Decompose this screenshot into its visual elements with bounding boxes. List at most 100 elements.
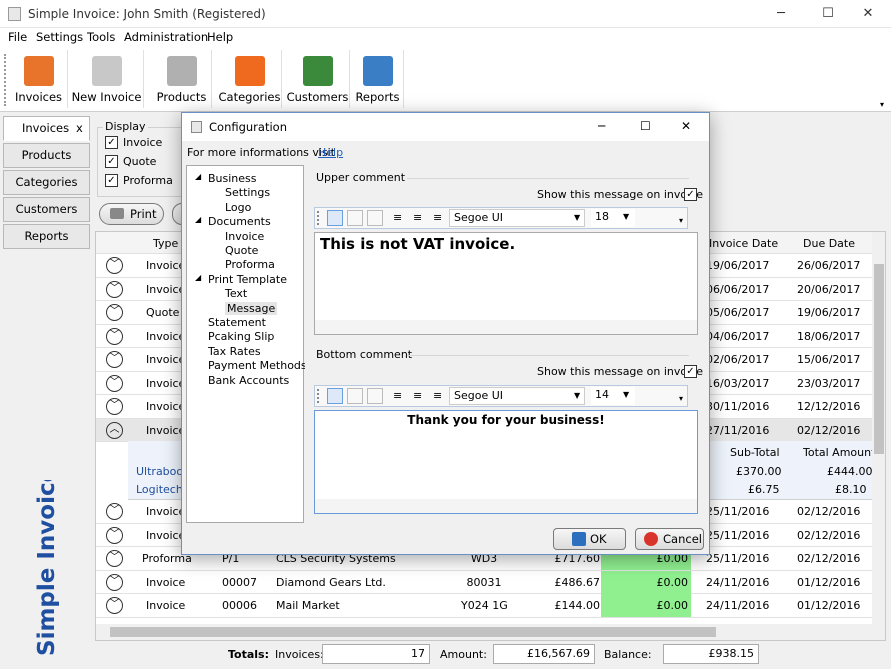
italic-format-icon[interactable] [347,388,363,404]
tree-item[interactable]: Quote [225,244,258,257]
tree-item[interactable]: Documents [208,215,271,228]
cell-invoice-no: 00007 [222,575,257,589]
bold-format-icon[interactable] [327,388,343,404]
tree-item[interactable]: Message [225,301,278,315]
underline-format-icon[interactable] [367,388,383,404]
upper-editor-scrollbar[interactable] [315,320,697,334]
horizontal-scrollbar[interactable] [96,624,872,640]
italic-format-icon[interactable] [347,210,363,226]
tree-item[interactable]: Payment Methods [208,359,307,372]
expand-row-icon[interactable]: ﹀ [106,526,123,544]
tree-expander-icon[interactable]: ◢ [195,215,201,224]
toolbar-reports-button[interactable]: Reports [352,50,404,108]
expand-row-icon[interactable]: ﹀ [106,374,123,392]
dialog-maximize-button[interactable]: ☐ [640,119,651,133]
expand-row-icon[interactable]: ﹀ [106,327,123,345]
cell-due-date: 23/03/2017 [797,376,861,390]
align-left-icon[interactable]: ≡ [393,389,402,402]
tree-item[interactable]: Print Template [208,273,287,286]
align-left-icon[interactable]: ≡ [393,211,402,224]
tree-item[interactable]: Invoice [225,230,264,243]
expand-row-icon[interactable]: ﹀ [106,503,123,520]
cell-invoice-date: 04/06/2017 [706,329,770,343]
minimize-button[interactable]: ─ [758,0,804,28]
upper-comment-editor[interactable]: This is not VAT invoice. [314,232,698,335]
tree-item[interactable]: Proforma [225,258,275,271]
toolbar-invoices-label: Invoices [14,90,63,104]
vertical-scroll-thumb[interactable] [874,264,884,454]
help-link[interactable]: Help [318,146,343,159]
cell-due-date: 12/12/2016 [797,400,861,413]
col-type-header[interactable]: Type [153,232,178,255]
upper-size-select[interactable]: 18 ▼ [591,209,635,227]
expand-row-icon[interactable]: ﹀ [106,597,123,614]
expand-row-icon[interactable]: ﹀ [106,573,123,591]
upper-show-message-checkbox[interactable]: ✓ [684,188,697,201]
bottom-size-select[interactable]: 14 ▼ [591,387,635,405]
toolbar-new-invoice-button[interactable]: New Invoice [70,50,144,108]
menu-file[interactable]: File [8,30,27,44]
tree-item[interactable]: Business [208,172,257,185]
tree-item[interactable]: Statement [208,316,266,329]
tab-close-icon[interactable]: x [76,117,83,140]
tree-item[interactable]: Text [225,287,247,300]
underline-format-icon[interactable] [367,210,383,226]
toolbar-overflow-icon[interactable]: ▾ [880,100,884,109]
toolbar-overflow-icon[interactable]: ▾ [679,394,683,403]
dialog-close-button[interactable]: ✕ [681,119,691,133]
expand-row-icon[interactable]: ﹀ [106,257,123,274]
bottom-comment-text: Thank you for your business! [407,413,605,427]
toolbar-categories-button[interactable]: Categories [218,50,282,108]
toolbar-products-button[interactable]: Products [152,50,212,108]
expand-row-icon[interactable]: ﹀ [106,280,123,298]
tab-products[interactable]: Products [3,143,90,168]
expand-row-icon[interactable]: ﹀ [106,550,123,567]
tree-item[interactable]: Pcaking Slip [208,330,274,343]
bottom-editor-scrollbar[interactable] [315,499,697,513]
checkbox-invoice[interactable]: ✓ [105,136,118,149]
align-right-icon[interactable]: ≡ [433,211,442,224]
collapse-row-icon[interactable]: ︿ [106,421,123,439]
align-center-icon[interactable]: ≡ [413,211,422,224]
close-button[interactable]: ✕ [845,0,891,28]
tree-expander-icon[interactable]: ◢ [195,273,201,282]
bottom-font-select[interactable]: Segoe UI ▼ [449,387,585,405]
toolbar-invoices-button[interactable]: Invoices [10,50,68,108]
cancel-button[interactable]: Cancel [635,528,704,550]
tree-item[interactable]: Tax Rates [208,345,261,358]
menu-tools[interactable]: Tools [87,30,115,44]
align-right-icon[interactable]: ≡ [433,389,442,402]
ok-button[interactable]: OK [553,528,626,550]
tree-item[interactable]: Bank Accounts [208,374,289,387]
toolbar-overflow-icon[interactable]: ▾ [679,216,683,225]
menu-help[interactable]: Help [207,30,233,44]
tab-invoices[interactable]: Invoices x [3,116,90,141]
tab-categories[interactable]: Categories [3,170,90,195]
align-center-icon[interactable]: ≡ [413,389,422,402]
menu-administration[interactable]: Administration [124,30,208,44]
menu-settings[interactable]: Settings [36,30,83,44]
print-button[interactable]: Print [99,203,164,225]
dialog-minimize-button[interactable]: ─ [598,119,605,133]
bold-format-icon[interactable] [327,210,343,226]
expand-row-icon[interactable]: ﹀ [106,398,123,415]
tab-reports[interactable]: Reports [3,224,90,249]
tree-item[interactable]: Settings [225,186,270,199]
tree-item[interactable]: Logo [225,201,251,214]
bottom-comment-editor[interactable]: Thank you for your business! [314,410,698,514]
horizontal-scroll-thumb[interactable] [110,627,716,637]
checkbox-quote[interactable]: ✓ [105,155,118,168]
tree-expander-icon[interactable]: ◢ [195,172,201,181]
vertical-scrollbar[interactable] [872,232,885,640]
bottom-show-message-checkbox[interactable]: ✓ [684,365,697,378]
col-invoice-date-header[interactable]: Invoice Date [709,232,778,255]
toolbar-customers-button[interactable]: Customers [286,50,350,108]
upper-font-select[interactable]: Segoe UI ▼ [449,209,585,227]
table-row[interactable]: ﹀ Invoice 00006 Mail Market Y024 1GF £144.00£… [96,594,885,618]
tab-customers[interactable]: Customers [3,197,90,222]
expand-row-icon[interactable]: ﹀ [106,351,123,368]
checkbox-proforma[interactable]: ✓ [105,174,118,187]
col-due-date-header[interactable]: Due Date [803,232,855,255]
table-row[interactable]: ﹀ Invoice 00007 Diamond Gears Ltd. 80031 £486… [96,570,885,594]
expand-row-icon[interactable]: ﹀ [106,304,123,321]
